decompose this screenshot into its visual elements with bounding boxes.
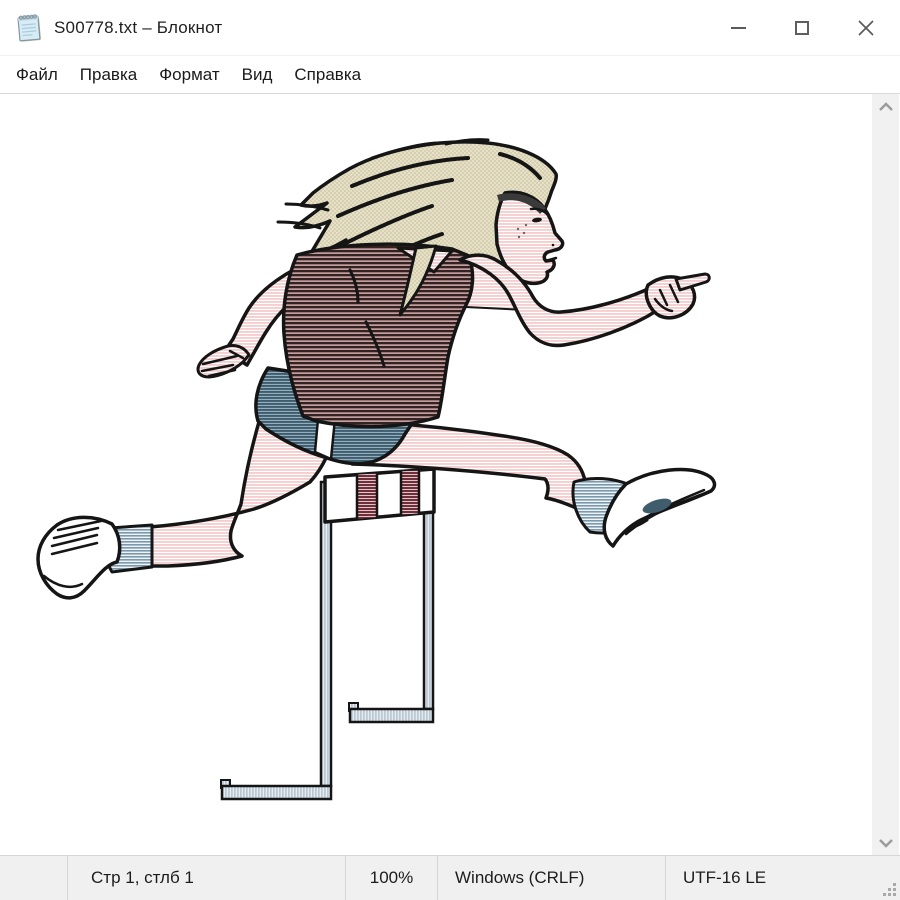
- status-spacer: [0, 856, 67, 900]
- pointing-finger: [676, 274, 709, 290]
- menu-view[interactable]: Вид: [233, 61, 282, 89]
- minimize-icon: [731, 27, 746, 29]
- minimize-button[interactable]: [706, 0, 770, 55]
- status-zoom: 100%: [345, 856, 437, 900]
- status-line-ending: Windows (CRLF): [437, 856, 665, 900]
- status-bar: Стр 1, стлб 1 100% Windows (CRLF) UTF-16…: [0, 855, 900, 900]
- notepad-window: { "window": { "title": "S00778.txt – Бло…: [0, 0, 900, 900]
- menu-format[interactable]: Формат: [150, 61, 228, 89]
- menu-edit[interactable]: Правка: [71, 61, 146, 89]
- maximize-button[interactable]: [770, 0, 834, 55]
- caption-buttons: [706, 0, 898, 55]
- editor-area[interactable]: [0, 94, 900, 855]
- chevron-down-icon: [878, 838, 894, 848]
- vertical-scrollbar[interactable]: [872, 94, 899, 855]
- menu-help[interactable]: Справка: [285, 61, 370, 89]
- maximize-icon: [795, 21, 809, 35]
- menu-bar: Файл Правка Формат Вид Справка: [0, 56, 900, 94]
- title-bar: S00778.txt – Блокнот: [0, 0, 900, 56]
- hurdle: [221, 469, 434, 799]
- resize-grip[interactable]: [882, 882, 897, 897]
- window-title: S00778.txt – Блокнот: [54, 18, 706, 38]
- hurdler-girl: [38, 140, 714, 598]
- scroll-up-button[interactable]: [872, 94, 899, 119]
- menu-file[interactable]: Файл: [7, 61, 67, 89]
- status-cursor-position: Стр 1, стлб 1: [67, 856, 345, 900]
- status-encoding: UTF-16 LE: [665, 856, 900, 900]
- close-icon: [857, 19, 875, 37]
- tank-top: [284, 244, 473, 426]
- close-button[interactable]: [834, 0, 898, 55]
- scroll-down-button[interactable]: [872, 830, 899, 855]
- hurdler-illustration: [0, 94, 866, 855]
- chevron-up-icon: [878, 102, 894, 112]
- notepad-icon: [13, 12, 45, 44]
